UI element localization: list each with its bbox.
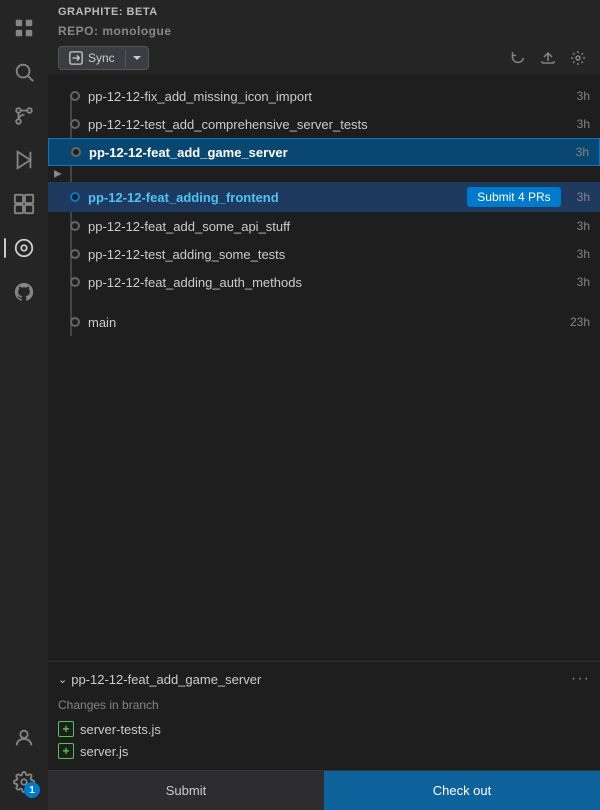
- footer: Submit Check out: [48, 770, 600, 810]
- refresh-button[interactable]: [506, 46, 530, 70]
- branch-item-4[interactable]: pp-12-12-feat_adding_frontend Submit 4 P…: [48, 182, 600, 212]
- checkout-button[interactable]: Check out: [324, 771, 600, 810]
- file-item-1[interactable]: + server-tests.js: [48, 718, 600, 740]
- branch-dot-2: [70, 119, 80, 129]
- activity-icon-run[interactable]: [4, 140, 44, 180]
- activity-icon-search[interactable]: [4, 52, 44, 92]
- branch-item-5[interactable]: pp-12-12-feat_add_some_api_stuff 3h: [48, 212, 600, 240]
- branch-item-2[interactable]: pp-12-12-test_add_comprehensive_server_t…: [48, 110, 600, 138]
- sync-main[interactable]: Sync: [59, 47, 125, 69]
- activity-icon-github[interactable]: [4, 272, 44, 312]
- submit-prs-button[interactable]: Submit 4 PRs: [467, 187, 560, 207]
- file-added-icon-2: +: [58, 743, 74, 759]
- settings-badge: 1: [24, 782, 40, 798]
- branch-time-4: 3h: [577, 190, 590, 204]
- activity-icon-extensions[interactable]: [4, 184, 44, 224]
- push-button[interactable]: [536, 46, 560, 70]
- branch-time-7: 3h: [577, 275, 590, 289]
- branch-time-8: 23h: [570, 315, 590, 329]
- branch-name-7: pp-12-12-feat_adding_auth_methods: [88, 275, 569, 290]
- repo-label: REPO: monologue: [58, 24, 590, 38]
- branch-time-6: 3h: [577, 247, 590, 261]
- branch-item-7[interactable]: pp-12-12-feat_adding_auth_methods 3h: [48, 268, 600, 296]
- branch-name-4: pp-12-12-feat_adding_frontend: [88, 190, 467, 205]
- branch-dot-4: [70, 192, 80, 202]
- branch-time-5: 3h: [577, 219, 590, 233]
- chevron-down-icon: [132, 53, 142, 63]
- branch-dot-6: [70, 249, 80, 259]
- file-name-2: server.js: [80, 744, 128, 759]
- more-options-button[interactable]: ···: [571, 670, 590, 688]
- branch-dot-1: [70, 91, 80, 101]
- sync-dropdown-button[interactable]: [125, 49, 148, 67]
- sync-icon: [69, 51, 83, 65]
- sync-button[interactable]: Sync: [58, 46, 149, 70]
- activity-icon-logo[interactable]: [4, 8, 44, 48]
- branch-time-3: 3h: [576, 145, 589, 159]
- file-name-1: server-tests.js: [80, 722, 161, 737]
- branch-time-2: 3h: [577, 117, 590, 131]
- branch-name-3: pp-12-12-feat_add_game_server: [89, 145, 568, 160]
- branch-name-6: pp-12-12-test_adding_some_tests: [88, 247, 569, 262]
- settings-button[interactable]: [566, 46, 590, 70]
- activity-bar: 1: [0, 0, 48, 810]
- gear-icon: [570, 50, 586, 66]
- panel-header: GRAPHITE: BETA REPO: monologue Sync: [48, 0, 600, 74]
- branch-name-2: pp-12-12-test_add_comprehensive_server_t…: [88, 117, 569, 132]
- activity-icon-account[interactable]: [4, 718, 44, 758]
- bottom-chevron-icon: ⌄: [58, 673, 67, 686]
- bottom-section-header[interactable]: ⌄ pp-12-12-feat_add_game_server ···: [48, 662, 600, 696]
- branch-item-8[interactable]: main 23h: [48, 308, 600, 336]
- sync-label: Sync: [88, 51, 115, 65]
- branch-item-3[interactable]: pp-12-12-feat_add_game_server 3h: [48, 138, 600, 166]
- push-icon: [540, 50, 556, 66]
- branch-item-1[interactable]: pp-12-12-fix_add_missing_icon_import 3h: [48, 82, 600, 110]
- branch-name-1: pp-12-12-fix_add_missing_icon_import: [88, 89, 569, 104]
- branch-dot-3: [71, 147, 81, 157]
- branch-time-1: 3h: [577, 89, 590, 103]
- app-title: GRAPHITE: BETA: [58, 6, 590, 18]
- file-added-icon-1: +: [58, 721, 74, 737]
- branch-item-6[interactable]: pp-12-12-test_adding_some_tests 3h: [48, 240, 600, 268]
- activity-icon-settings[interactable]: 1: [4, 762, 44, 802]
- refresh-icon: [510, 50, 526, 66]
- branch-stack-list: pp-12-12-fix_add_missing_icon_import 3h …: [48, 74, 600, 661]
- branch-name-8: main: [88, 315, 562, 330]
- branch-dot-8: [70, 317, 80, 327]
- branch-dot-7: [70, 277, 80, 287]
- submit-button[interactable]: Submit: [48, 771, 324, 810]
- bottom-section: ⌄ pp-12-12-feat_add_game_server ··· Chan…: [48, 661, 600, 770]
- main-panel: GRAPHITE: BETA REPO: monologue Sync: [48, 0, 600, 810]
- bottom-branch-name: pp-12-12-feat_add_game_server: [71, 672, 571, 687]
- activity-icon-source-control[interactable]: [4, 96, 44, 136]
- changes-label: Changes in branch: [48, 696, 600, 718]
- activity-icon-graphite[interactable]: [4, 228, 44, 268]
- file-item-2[interactable]: + server.js: [48, 740, 600, 762]
- branch-name-5: pp-12-12-feat_add_some_api_stuff: [88, 219, 569, 234]
- branch-dot-5: [70, 221, 80, 231]
- toolbar: Sync: [58, 46, 590, 70]
